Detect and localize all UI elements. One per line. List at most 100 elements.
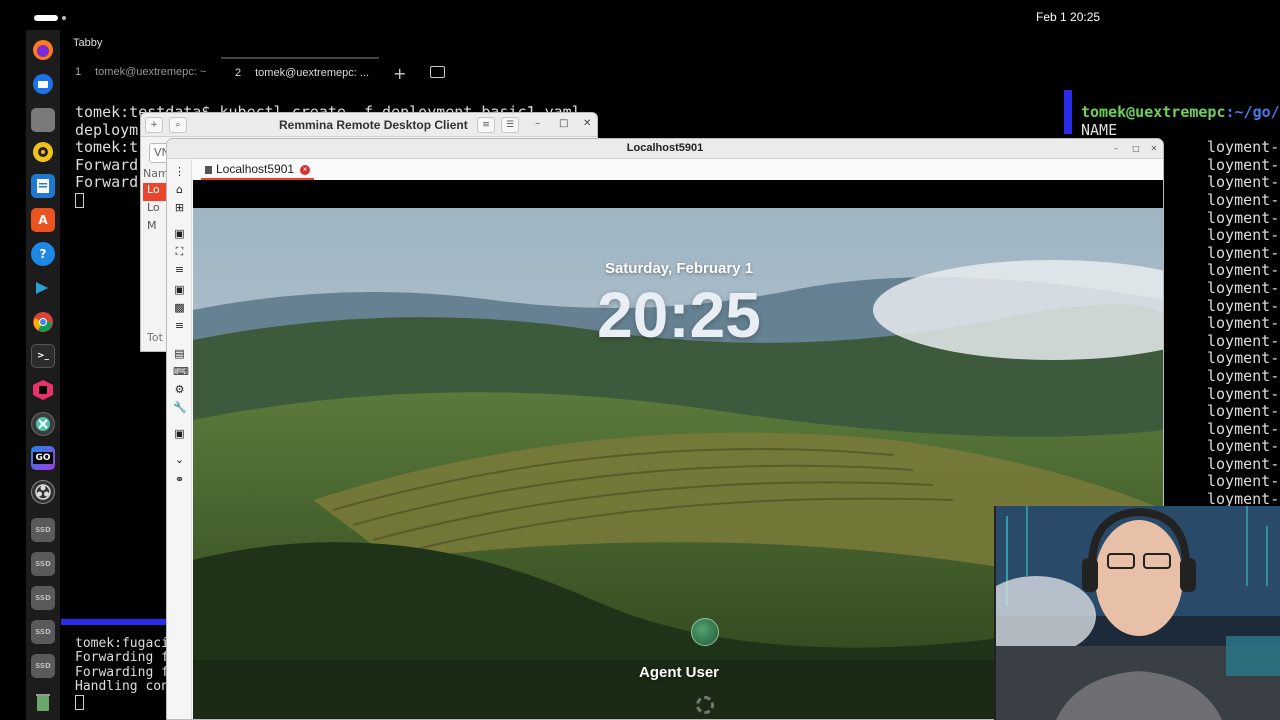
dock: A ? >_ GO SSD SSD SSD SSD SSD (26, 30, 60, 720)
terminal-line: loyment-78cfc (1207, 190, 1280, 209)
close-icon[interactable]: ✕ (583, 118, 591, 129)
terminal-line: loyment-78cfc (1207, 366, 1280, 385)
search-icon[interactable]: ⌕ (169, 117, 187, 133)
maximize-icon[interactable]: □ (559, 118, 568, 129)
status-total: Tot (147, 331, 163, 344)
minimize-toolbar-icon[interactable]: ⌄ (173, 453, 186, 466)
terminal-line: loyment-78cfc (1207, 278, 1280, 297)
xcode-remote-icon[interactable] (31, 412, 55, 436)
fullscreen-icon[interactable]: ⛶ (173, 245, 186, 258)
keyboard-icon[interactable]: ⌨ (173, 365, 189, 378)
column-header: NAME (1081, 120, 1118, 139)
active-pane-indicator (1064, 90, 1072, 134)
ssd-drive-icon[interactable]: SSD (31, 654, 55, 678)
scale-icon[interactable]: ▣ (173, 283, 186, 296)
files-icon[interactable] (31, 108, 55, 132)
terminal-line: Forwarding f (75, 650, 169, 666)
window-title: Localhost5901 (626, 142, 704, 154)
help-icon[interactable]: ? (31, 242, 55, 266)
disconnect-icon[interactable]: ⚭ (173, 473, 186, 486)
add-connection-button[interactable]: + (145, 117, 163, 133)
tab-number: 1 (75, 66, 82, 78)
terminal-line: Forwarding f (75, 664, 169, 680)
thunderbird-icon[interactable] (31, 72, 55, 96)
webcam-overlay (994, 506, 1280, 720)
connection-tab[interactable]: Localhost5901 × (201, 160, 315, 180)
ssd-drive-icon[interactable]: SSD (31, 586, 55, 610)
terminal-line: loyment-78cfc (1207, 402, 1280, 421)
new-tab-button[interactable]: + (393, 64, 406, 83)
terminal-line: loyment-78cfc (1207, 243, 1280, 262)
new-connection-icon[interactable]: ⊞ (173, 201, 186, 214)
lock-screen-time: 20:25 (597, 279, 761, 351)
terminal-line: Handling con (75, 679, 169, 695)
more-options-icon[interactable]: ⋮ (173, 165, 186, 178)
separator-icon: ≡ (174, 319, 185, 332)
writer-icon[interactable] (31, 174, 55, 198)
terminal-cursor (75, 694, 84, 710)
terminal-tab-1[interactable]: 1 tomek@uextremepc: ~ (75, 57, 215, 87)
window-title: Remmina Remote Desktop Client (279, 118, 468, 132)
app-title: Tabby (73, 37, 103, 49)
terminal-line: loyment-78cfc (1207, 454, 1280, 473)
terminal-line: loyment-78cfc (1207, 226, 1280, 245)
preferences-icon[interactable]: ⚙ (173, 383, 186, 396)
clock[interactable]: Feb 1 20:25 (1036, 10, 1100, 24)
ssd-label: SSD (35, 628, 51, 636)
user-avatar[interactable] (691, 618, 719, 646)
terminal-line: loyment-78cfc (1207, 208, 1280, 227)
remmina-icon[interactable] (31, 276, 55, 300)
presenter-video (996, 506, 1280, 720)
split-layout-icon[interactable] (430, 66, 445, 78)
menu-button[interactable]: ☰ (501, 117, 519, 133)
multi-monitor-icon[interactable]: ▤ (173, 347, 186, 360)
terminal-line: loyment-78cfc (1207, 419, 1280, 438)
ssd-drive-icon[interactable]: SSD (31, 518, 55, 542)
ssd-label: SSD (35, 526, 51, 534)
fit-window-icon[interactable]: ▣ (173, 227, 186, 240)
minimize-icon[interactable]: – (535, 118, 540, 129)
trash-icon[interactable] (31, 690, 55, 714)
screenshot-icon[interactable]: ▣ (173, 427, 186, 440)
viewer-title-bar[interactable]: Localhost5901 – □ ✕ (167, 139, 1163, 159)
view-toggle-button[interactable]: ≡ (477, 117, 495, 133)
remmina-header-bar[interactable]: + ⌕ Remmina Remote Desktop Client ≡ ☰ – … (141, 113, 597, 137)
app-center-icon[interactable]: A (31, 208, 55, 232)
lock-screen-date: Saturday, February 1 (604, 260, 754, 277)
ssd-label: SSD (35, 560, 51, 568)
rhythmbox-icon[interactable] (31, 140, 55, 164)
obs-icon[interactable] (31, 480, 55, 504)
terminal-line: loyment-78cfc (1207, 349, 1280, 368)
terminal-icon[interactable]: >_ (31, 344, 55, 368)
terminal-pane-left-bottom[interactable]: tomek:fugaci Forwarding f Forwarding f Hand… (75, 636, 169, 710)
terminal-line: loyment-78cfc (1207, 261, 1280, 280)
minimize-icon[interactable]: – (1111, 144, 1121, 154)
jetbrains-toolbox-icon[interactable] (31, 378, 55, 402)
separator-icon: ≡ (174, 263, 185, 276)
terminal-line: loyment-78cfc (1207, 173, 1280, 192)
terminal-line: loyment-78cfc (1207, 155, 1280, 174)
ssd-label: SSD (35, 594, 51, 602)
ssd-drive-icon[interactable]: SSD (31, 552, 55, 576)
tab-label: tomek@uextremepc: ~ (95, 66, 207, 78)
close-tab-icon[interactable]: × (300, 164, 311, 175)
tools-icon[interactable]: 🔧 (173, 401, 187, 414)
ssd-drive-icon[interactable]: SSD (31, 620, 55, 644)
chrome-icon[interactable] (31, 310, 55, 334)
terminal-tab-2[interactable]: 2 tomek@uextremepc: ... (221, 57, 379, 87)
activities-indicator[interactable] (34, 15, 58, 21)
terminal-line: loyment-78cfc (1207, 472, 1280, 491)
active-pane-indicator (61, 619, 171, 625)
terminal-line: loyment-78cfc (1207, 314, 1280, 333)
firefox-icon[interactable] (31, 38, 55, 62)
maximize-icon[interactable]: □ (1131, 144, 1141, 154)
close-icon[interactable]: ✕ (1149, 144, 1159, 154)
home-icon[interactable]: ⌂ (173, 183, 186, 196)
document-icon (205, 165, 212, 174)
goland-label: GO (33, 452, 53, 464)
remote-top-bar (193, 180, 1163, 208)
column-header-name[interactable]: Nam (143, 167, 169, 180)
terminal-line: loyment-78cfc (1207, 331, 1280, 350)
goland-icon[interactable]: GO (31, 446, 55, 470)
dynamic-resolution-icon[interactable]: ▩ (173, 301, 186, 314)
